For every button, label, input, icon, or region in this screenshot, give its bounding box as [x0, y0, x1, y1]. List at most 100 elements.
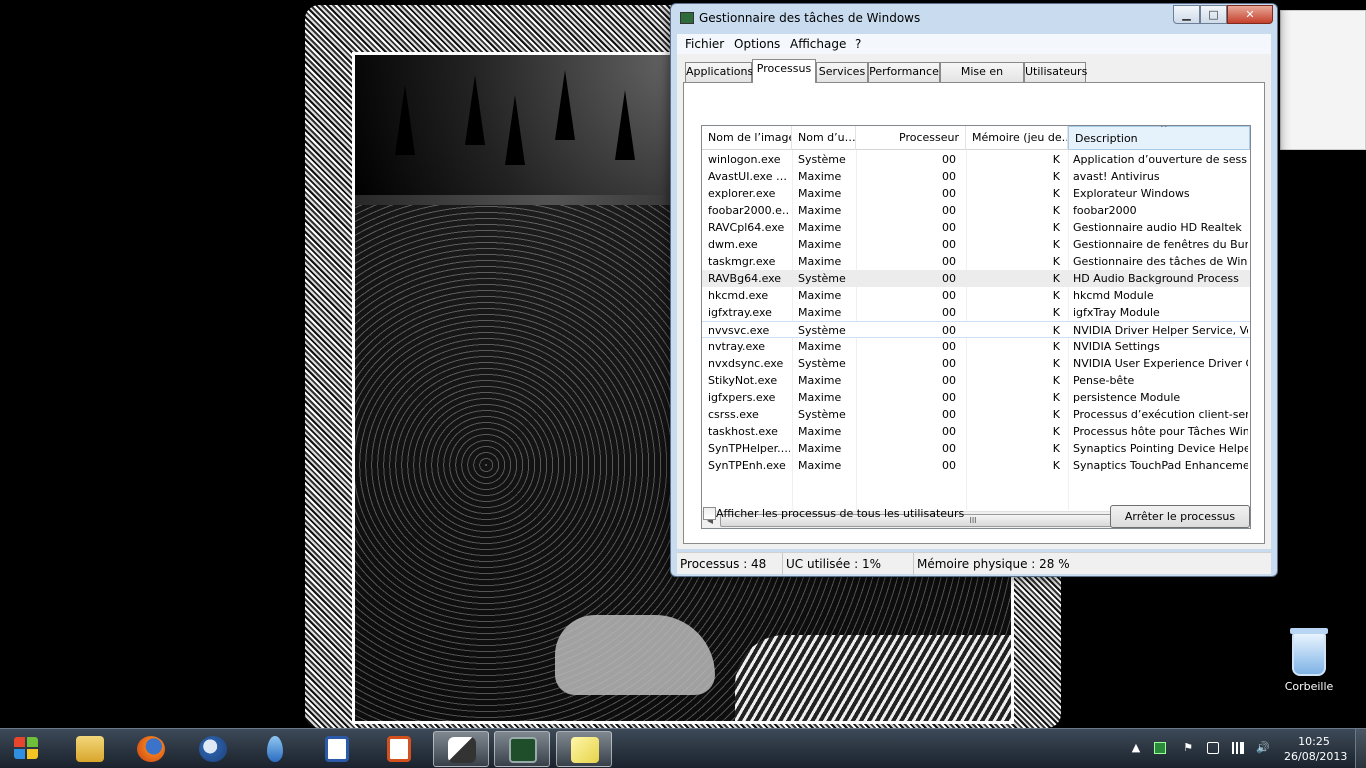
process-description: Application d’ouverture de sessio…: [1073, 153, 1248, 166]
process-memory: K: [1052, 459, 1060, 472]
show-hidden-icons-icon[interactable]: ▲: [1130, 742, 1142, 754]
process-image-name: nvtray.exe: [708, 340, 766, 353]
show-all-users-label[interactable]: Afficher les processus de tous les utili…: [716, 507, 964, 520]
process-description: Synaptics TouchPad Enhancements: [1073, 459, 1248, 472]
process-description: Pense-bête: [1073, 374, 1135, 387]
table-row[interactable]: winlogon.exe Système 00 K Application d’ouve…: [702, 151, 1250, 168]
taskbar-powerpoint[interactable]: [371, 731, 427, 767]
task-manager-tray-icon[interactable]: [1154, 742, 1166, 754]
process-image-name: SynTPEnh.exe: [708, 459, 786, 472]
table-row[interactable]: hkcmd.exe Maxime 00 Khkcmd Module: [702, 287, 1250, 304]
table-row[interactable]: dwm.exe Maxime 00 K Gestionnaire de fenêtres…: [702, 236, 1250, 253]
process-cpu: 00: [942, 324, 956, 337]
process-cpu: 00: [942, 204, 956, 217]
table-row[interactable]: SynTPEnh.exe Maxime 00 K Synaptics TouchPad …: [702, 457, 1250, 474]
taskbar-sticky-notes[interactable]: [556, 731, 612, 767]
process-cpu: 00: [942, 459, 956, 472]
table-row[interactable]: explorer.exe Maxime 00 K Explorateur Windows: [702, 185, 1250, 202]
maximize-button[interactable]: □: [1200, 5, 1227, 24]
taskbar: ▲ ⚑ 🔊 10:25 26/08/2013: [0, 728, 1366, 768]
process-description: Processus hôte pour Tâches Wind…: [1073, 425, 1248, 438]
table-row[interactable]: igfxtray.exe Maxime 00 KigfxTray Module: [702, 304, 1250, 321]
process-description: NVIDIA User Experience Driver C…: [1073, 357, 1248, 370]
minimize-button[interactable]: ▁: [1173, 5, 1200, 24]
menu-fichier[interactable]: Fichier: [685, 37, 724, 51]
show-desktop-button[interactable]: [1355, 729, 1366, 768]
table-row[interactable]: SynTPHelper.… Maxime 00 K Synaptics Pointing…: [702, 440, 1250, 457]
action-center-flag-icon[interactable]: ⚑: [1182, 742, 1194, 754]
volume-icon[interactable]: 🔊: [1256, 742, 1270, 754]
task-manager-window[interactable]: Gestionnaire des tâches de Windows ▁ □ ✕…: [670, 3, 1278, 577]
menu-help[interactable]: ?: [855, 37, 861, 51]
process-description: hkcmd Module: [1073, 289, 1154, 302]
taskbar-explorer[interactable]: [62, 731, 118, 767]
table-row[interactable]: taskmgr.exe Maxime 00 K Gestionnaire des tâc…: [702, 253, 1250, 270]
table-row[interactable]: nvtray.exe Maxime 00 K NVIDIA Settings: [702, 338, 1250, 355]
task-manager-taskbar-icon: [509, 737, 537, 763]
process-memory: K: [1052, 221, 1060, 234]
power-icon[interactable]: [1207, 742, 1219, 754]
taskbar-task-manager[interactable]: [494, 731, 550, 767]
document-icon: [325, 736, 349, 762]
table-row[interactable]: nvxdsync.exe Système 00 K NVIDIA User Experi…: [702, 355, 1250, 372]
process-cpu: 00: [942, 170, 956, 183]
process-image-name: RAVCpl64.exe: [708, 221, 785, 234]
process-memory: K: [1052, 255, 1060, 268]
process-cpu: 00: [942, 221, 956, 234]
wallpaper-tree: [615, 90, 635, 160]
taskbar-foobar2000[interactable]: [433, 731, 489, 767]
process-list[interactable]: Nom de l’image Nom d’u… Processeur Mémoi…: [701, 125, 1251, 529]
wallpaper-tree: [555, 70, 575, 140]
table-row[interactable]: AvastUI.exe … Maxime 00 Kavast! Antivirus: [702, 168, 1250, 185]
table-row[interactable]: StikyNot.exe Maxime 00 K Pense-bête: [702, 372, 1250, 389]
menu-bar: Fichier Options Affichage ?: [677, 34, 1271, 54]
menu-affichage[interactable]: Affichage: [790, 37, 846, 51]
process-user-name: Système: [798, 153, 846, 166]
table-row[interactable]: csrss.exe Système 00 K Processus d’exécution…: [702, 406, 1250, 423]
desktop-recycle-bin[interactable]: Corbeille: [1280, 628, 1338, 693]
process-cpu: 00: [942, 187, 956, 200]
process-description: NVIDIA Settings: [1073, 340, 1160, 353]
column-header-image-name[interactable]: Nom de l’image: [702, 126, 792, 150]
show-all-users-checkbox[interactable]: [703, 507, 716, 520]
tab-services[interactable]: Services: [816, 62, 868, 82]
tab-applications[interactable]: Applications: [685, 62, 753, 82]
tab-utilisateurs[interactable]: Utilisateurs: [1024, 62, 1087, 82]
taskbar-word[interactable]: [309, 731, 365, 767]
taskbar-droplet-app[interactable]: [247, 731, 303, 767]
wallpaper-tree: [395, 85, 415, 155]
tab-processus[interactable]: Processus: [752, 59, 816, 83]
table-row[interactable]: RAVCpl64.exe Maxime 00 K Gestionnaire audio …: [702, 219, 1250, 236]
start-button[interactable]: [6, 731, 50, 767]
network-signal-icon[interactable]: [1232, 742, 1244, 754]
process-description: Gestionnaire des tâches de Windo…: [1073, 255, 1248, 268]
system-clock[interactable]: 10:25 26/08/2013: [1284, 734, 1347, 764]
taskbar-thunderbird[interactable]: [185, 731, 241, 767]
table-row[interactable]: foobar2000.e… Maxime 00 Kfoobar2000: [702, 202, 1250, 219]
window-body: Applications Processus Services Performa…: [677, 54, 1271, 549]
process-image-name: RAVBg64.exe: [708, 272, 782, 285]
process-user-name: Système: [798, 357, 846, 370]
title-bar[interactable]: Gestionnaire des tâches de Windows ▁ □ ✕: [671, 4, 1277, 34]
column-header-cpu[interactable]: Processeur: [856, 126, 966, 150]
end-process-button[interactable]: Arrêter le processus: [1110, 505, 1250, 528]
taskbar-firefox[interactable]: [123, 731, 179, 767]
table-row[interactable]: taskhost.exe Maxime 00 K Processus hôte pour…: [702, 423, 1250, 440]
table-row[interactable]: igfxpers.exe Maxime 00 Kpersistence Module: [702, 389, 1250, 406]
process-cpu: 00: [942, 306, 956, 319]
column-header-memory[interactable]: Mémoire (jeu de…: [966, 126, 1068, 150]
process-memory: K: [1052, 170, 1060, 183]
tab-performance[interactable]: Performance: [868, 62, 940, 82]
process-user-name: Maxime: [798, 238, 842, 251]
process-cpu: 00: [942, 255, 956, 268]
close-button[interactable]: ✕: [1227, 5, 1273, 24]
table-row[interactable]: RAVBg64.exe Système 00 K HD Audio Background…: [702, 270, 1250, 287]
column-header-description[interactable]: Description: [1068, 126, 1250, 150]
column-header-user-name[interactable]: Nom d’u…: [792, 126, 856, 150]
table-row[interactable]: nvvsvc.exe Système 00 K NVIDIA Driver Helper…: [702, 321, 1250, 338]
process-image-name: csrss.exe: [708, 408, 759, 421]
menu-options[interactable]: Options: [734, 37, 780, 51]
folder-icon: [76, 736, 104, 762]
process-memory: K: [1052, 187, 1060, 200]
tab-mise-en-reseau[interactable]: Mise en réseau: [940, 62, 1024, 96]
